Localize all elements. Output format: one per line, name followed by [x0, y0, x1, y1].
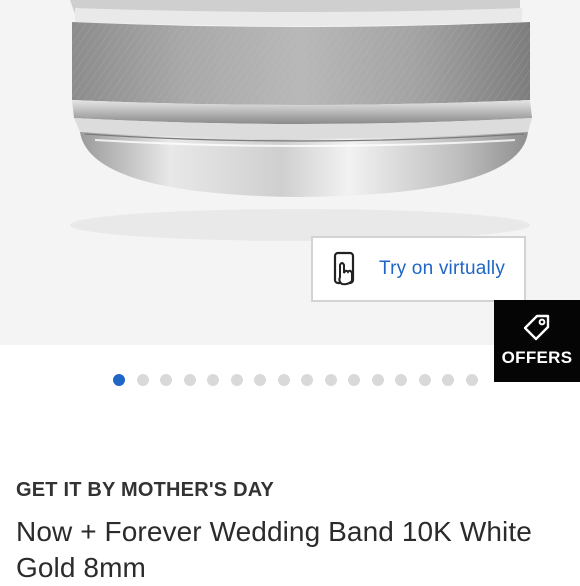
- product-title: Now + Forever Wedding Band 10K White Gol…: [16, 516, 532, 583]
- carousel-dot[interactable]: [230, 374, 243, 386]
- carousel-dot[interactable]: [371, 374, 384, 386]
- carousel-dot[interactable]: [183, 374, 196, 386]
- tag-icon: [521, 312, 553, 349]
- offers-tab-label: OFFERS: [501, 348, 573, 367]
- carousel-dot[interactable]: [348, 374, 360, 386]
- carousel-dot[interactable]: [160, 374, 172, 386]
- carousel-dot[interactable]: [254, 374, 266, 386]
- carousel-dot[interactable]: [465, 374, 478, 386]
- offers-tab[interactable]: OFFERS: [494, 300, 580, 382]
- carousel-dot[interactable]: [277, 374, 290, 386]
- carousel-dot[interactable]: [136, 374, 149, 386]
- carousel-dot[interactable]: [395, 374, 407, 386]
- carousel-dot[interactable]: [113, 374, 125, 386]
- carousel-pagination: [113, 373, 489, 387]
- carousel-dot[interactable]: [324, 374, 337, 386]
- carousel-dot[interactable]: [207, 374, 219, 386]
- product-image[interactable]: Try on virtually OFFERS: [0, 0, 580, 345]
- carousel-dot[interactable]: [301, 374, 313, 386]
- carousel-dot[interactable]: [418, 374, 431, 386]
- try-on-virtually-button[interactable]: Try on virtually: [311, 236, 526, 302]
- carousel-dot[interactable]: [442, 374, 454, 386]
- hand-phone-icon: [331, 250, 361, 288]
- try-on-label: Try on virtually: [379, 258, 506, 279]
- delivery-promise: GET IT BY MOTHER'S DAY: [16, 479, 275, 501]
